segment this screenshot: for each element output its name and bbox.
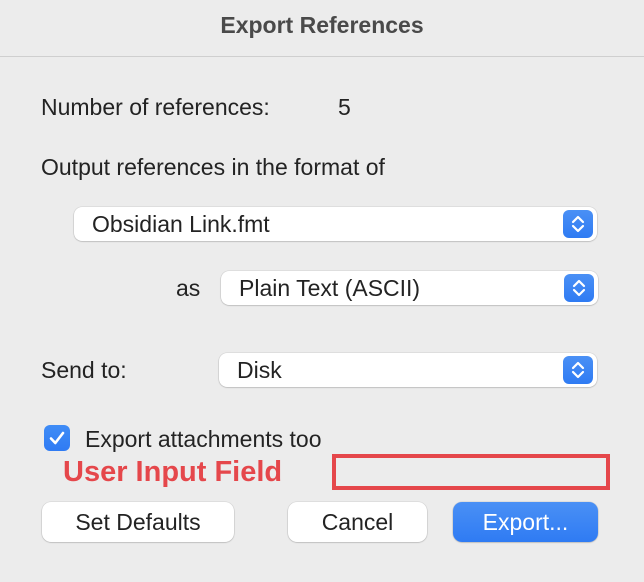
send-to-select[interactable]: Disk <box>219 353 597 387</box>
export-button[interactable]: Export... <box>453 502 598 542</box>
reference-count-value: 5 <box>338 94 351 120</box>
user-input-field[interactable] <box>332 454 610 490</box>
chevron-up-down-icon <box>564 274 594 302</box>
title-bar: Export References <box>0 0 644 57</box>
output-format-label: Output references in the format of <box>41 154 385 180</box>
cancel-button[interactable]: Cancel <box>288 502 427 542</box>
send-to-value: Disk <box>237 357 282 383</box>
output-style-select[interactable]: Obsidian Link.fmt <box>74 207 597 241</box>
as-label: as <box>176 275 201 301</box>
output-encoding-value: Plain Text (ASCII) <box>239 275 421 301</box>
export-references-dialog: Export References Number of references: … <box>0 0 644 582</box>
export-attachments-checkbox[interactable] <box>44 425 70 451</box>
export-attachments-label[interactable]: Export attachments too <box>85 426 322 453</box>
set-defaults-button[interactable]: Set Defaults <box>42 502 234 542</box>
reference-count-label: Number of references: <box>41 94 270 120</box>
send-to-label: Send to: <box>41 357 127 383</box>
chevron-up-down-icon <box>563 356 593 384</box>
user-input-field-label: User Input Field <box>63 456 283 488</box>
dialog-title: Export References <box>220 12 424 38</box>
checkmark-icon <box>49 431 65 445</box>
output-encoding-select[interactable]: Plain Text (ASCII) <box>221 271 598 305</box>
chevron-up-down-icon <box>563 210 593 238</box>
output-style-value: Obsidian Link.fmt <box>92 211 270 237</box>
